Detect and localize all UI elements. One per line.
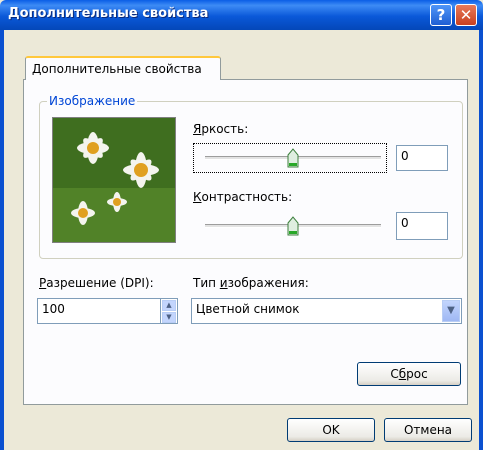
resolution-input[interactable]: 100 bbox=[37, 298, 178, 324]
resolution-value: 100 bbox=[42, 302, 65, 316]
window-border-right bbox=[479, 30, 483, 450]
tab-advanced-properties[interactable]: Дополнительные свойства bbox=[25, 56, 221, 80]
slider-thumb-icon[interactable] bbox=[287, 148, 299, 168]
cancel-button[interactable]: Отмена bbox=[384, 418, 472, 442]
contrast-slider[interactable] bbox=[205, 216, 381, 236]
close-icon[interactable]: ✕ bbox=[455, 4, 477, 26]
ok-button[interactable]: OK bbox=[287, 418, 375, 442]
help-icon[interactable]: ? bbox=[430, 4, 452, 26]
contrast-label: Контрастность: bbox=[193, 190, 293, 204]
flower-photo-icon bbox=[53, 118, 175, 242]
brightness-label: Яркость: bbox=[193, 122, 249, 136]
image-preview bbox=[52, 117, 176, 243]
brightness-input[interactable]: 0 bbox=[396, 145, 448, 171]
resolution-spinner[interactable]: ▲ ▼ bbox=[160, 299, 177, 323]
slider-thumb-icon[interactable] bbox=[287, 216, 299, 236]
contrast-input[interactable]: 0 bbox=[396, 212, 448, 240]
spin-up-icon[interactable]: ▲ bbox=[162, 300, 176, 311]
image-type-label: Тип изображения: bbox=[193, 276, 309, 290]
tab-label: Дополнительные свойства bbox=[32, 62, 202, 76]
window-border-left bbox=[0, 30, 4, 450]
spin-down-icon[interactable]: ▼ bbox=[162, 312, 176, 323]
brightness-slider[interactable] bbox=[205, 148, 381, 168]
image-group-title: Изображение bbox=[47, 94, 138, 108]
properties-dialog: Дополнительные свойства ? ✕ Дополнительн… bbox=[0, 0, 483, 450]
image-type-selected: Цветной снимок bbox=[196, 302, 300, 316]
title-bar[interactable]: Дополнительные свойства ? ✕ bbox=[0, 0, 483, 30]
reset-button[interactable]: Сброс bbox=[357, 362, 461, 386]
window-title: Дополнительные свойства bbox=[8, 6, 209, 21]
dropdown-arrow-icon[interactable]: ▼ bbox=[442, 300, 460, 322]
resolution-label: Разрешение (DPI): bbox=[39, 276, 154, 290]
image-type-select[interactable]: Цветной снимок bbox=[191, 298, 462, 324]
